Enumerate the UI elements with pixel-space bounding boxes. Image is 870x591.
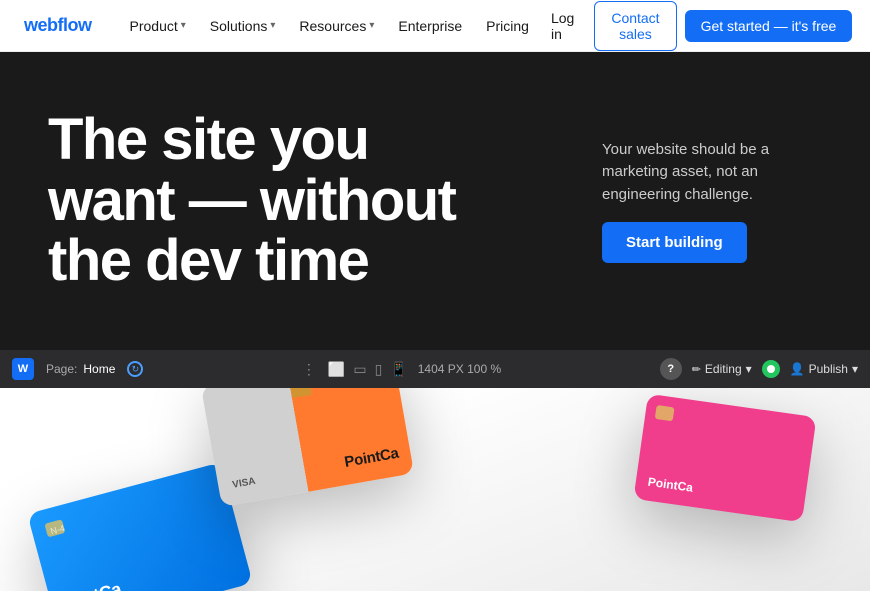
- user-icon: 👤: [790, 362, 805, 376]
- login-button[interactable]: Log in: [539, 4, 586, 48]
- hero-right: Your website should be a marketing asset…: [562, 139, 822, 264]
- logo[interactable]: webflow: [24, 15, 92, 36]
- navigation: webflow Product ▾ Solutions ▾ Resources …: [0, 0, 870, 52]
- status-dot-inner: [767, 365, 775, 373]
- canvas-preview: N-4 ointCa N-2 VISA PointCa PointCa: [0, 388, 870, 591]
- hero-left: The site you want — without the dev time: [48, 110, 562, 293]
- page-selector[interactable]: Page: Home: [46, 362, 115, 376]
- hero-title: The site you want — without the dev time: [48, 110, 562, 293]
- editor-logo: W: [12, 358, 34, 380]
- canvas-dimensions: 1404 PX 100 %: [418, 362, 501, 376]
- editor-center-controls: ⋮ ⬜ ▭ ▯ 📱 1404 PX 100 %: [302, 361, 501, 378]
- refresh-button[interactable]: ↻: [127, 361, 143, 377]
- nav-actions: Log in Contact sales Get started — it's …: [539, 1, 852, 51]
- mobile-icon[interactable]: 📱: [390, 361, 407, 378]
- tablet-landscape-icon[interactable]: ▭: [353, 361, 366, 378]
- nav-enterprise[interactable]: Enterprise: [388, 12, 472, 40]
- card-brand: PointCa: [647, 475, 694, 495]
- cards-scene: N-4 ointCa N-2 VISA PointCa PointCa: [0, 388, 870, 591]
- device-switcher: ⬜ ▭ ▯ 📱: [328, 361, 408, 378]
- nav-product[interactable]: Product ▾: [120, 12, 196, 40]
- contact-sales-button[interactable]: Contact sales: [594, 1, 676, 51]
- start-building-button[interactable]: Start building: [602, 222, 747, 263]
- chevron-down-icon: ▾: [852, 362, 858, 376]
- chevron-down-icon: ▾: [270, 20, 275, 31]
- more-options-icon[interactable]: ⋮: [302, 361, 318, 378]
- hero-description: Your website should be a marketing asset…: [602, 139, 822, 207]
- tablet-portrait-icon[interactable]: ▯: [375, 361, 383, 378]
- card-brand: ointCa: [67, 579, 124, 591]
- help-button[interactable]: ?: [660, 358, 682, 380]
- chevron-down-icon: ▾: [181, 20, 186, 31]
- card-pink: PointCa: [633, 394, 816, 523]
- desktop-icon[interactable]: ⬜: [328, 361, 345, 378]
- nav-pricing[interactable]: Pricing: [476, 12, 539, 40]
- nav-resources[interactable]: Resources ▾: [289, 12, 384, 40]
- nav-solutions[interactable]: Solutions ▾: [200, 12, 286, 40]
- visa-label: VISA: [232, 476, 257, 491]
- chevron-down-icon: ▾: [746, 362, 752, 376]
- nav-links: Product ▾ Solutions ▾ Resources ▾ Enterp…: [120, 12, 539, 40]
- card-brand: PointCa: [343, 445, 400, 471]
- page-label: Page:: [46, 362, 77, 376]
- pencil-icon: ✏: [692, 363, 701, 376]
- chip-icon: [289, 388, 311, 398]
- status-indicator: [762, 360, 780, 378]
- card-orange-gray: N-2 VISA PointCa: [201, 388, 414, 507]
- page-name: Home: [83, 362, 115, 376]
- chip-icon: [655, 405, 675, 421]
- editor-toolbar: W Page: Home ↻ ⋮ ⬜ ▭ ▯ 📱 1404 PX 100 % ?…: [0, 350, 870, 388]
- editor-right-controls: ? ✏ Editing ▾ 👤 Publish ▾: [660, 358, 858, 380]
- card-number: N-4: [49, 523, 66, 536]
- publish-button[interactable]: 👤 Publish ▾: [790, 362, 858, 376]
- editing-mode-button[interactable]: ✏ Editing ▾: [692, 362, 752, 376]
- get-started-button[interactable]: Get started — it's free: [685, 10, 853, 42]
- hero-section: The site you want — without the dev time…: [0, 52, 870, 350]
- chevron-down-icon: ▾: [369, 20, 374, 31]
